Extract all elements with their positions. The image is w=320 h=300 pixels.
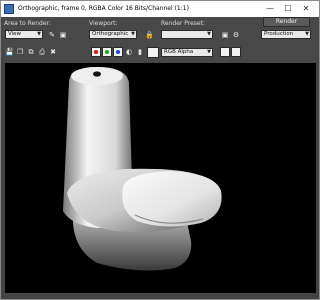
auto-region-icon[interactable]: ▣ bbox=[59, 31, 67, 39]
chevron-down-icon: ▼ bbox=[207, 49, 211, 55]
app-icon bbox=[4, 4, 14, 14]
window-title: Orthographic, frame 0, RGBA Color 16 Bit… bbox=[18, 5, 189, 12]
toggle-ui-overlay-icon[interactable] bbox=[220, 47, 230, 57]
chevron-down-icon: ▼ bbox=[37, 31, 41, 37]
chevron-down-icon: ▼ bbox=[305, 31, 309, 37]
background-color-swatch[interactable] bbox=[147, 47, 159, 58]
production-dropdown[interactable]: Production ▼ bbox=[261, 30, 311, 39]
channel-display-dropdown[interactable]: RGB Alpha ▼ bbox=[161, 48, 213, 57]
copy-image-icon[interactable]: ❐ bbox=[16, 48, 24, 56]
chevron-down-icon: ▼ bbox=[131, 31, 135, 37]
area-to-render-label: Area to Render: bbox=[4, 20, 51, 27]
render-viewport[interactable] bbox=[5, 63, 316, 293]
rendered-toilet-image bbox=[63, 67, 222, 271]
lock-icon[interactable]: 🔒 bbox=[145, 31, 154, 39]
render-toolbar: Area to Render: Viewport: Render Preset:… bbox=[1, 17, 319, 62]
blue-channel-toggle[interactable] bbox=[113, 47, 123, 57]
green-channel-toggle[interactable] bbox=[102, 47, 112, 57]
render-preset-label: Render Preset: bbox=[161, 20, 205, 27]
monochrome-icon[interactable]: ▮ bbox=[136, 48, 144, 56]
close-icon[interactable]: ✕ bbox=[299, 2, 313, 15]
minimize-icon[interactable]: — bbox=[263, 2, 277, 15]
channel-display-value: RGB Alpha bbox=[164, 49, 194, 55]
clone-frame-icon[interactable]: ⧉ bbox=[27, 48, 35, 56]
gear-icon[interactable]: ⚙ bbox=[232, 31, 240, 39]
red-channel-toggle[interactable] bbox=[91, 47, 101, 57]
toggle-ui-icon[interactable] bbox=[231, 47, 241, 57]
clear-icon[interactable]: ✖ bbox=[49, 48, 57, 56]
production-value: Production bbox=[264, 31, 294, 37]
edit-region-icon[interactable]: ✎ bbox=[48, 31, 56, 39]
viewport-label: Viewport: bbox=[89, 20, 118, 27]
print-icon[interactable]: ⎙ bbox=[38, 48, 46, 56]
render-frame-window: Orthographic, frame 0, RGBA Color 16 Bit… bbox=[0, 0, 320, 300]
title-bar: Orthographic, frame 0, RGBA Color 16 Bit… bbox=[1, 1, 319, 17]
viewport-value: Orthographic bbox=[92, 31, 129, 37]
viewport-dropdown[interactable]: Orthographic ▼ bbox=[89, 30, 137, 39]
render-preset-dropdown[interactable]: ▼ bbox=[161, 30, 213, 39]
alpha-channel-icon[interactable]: ◐ bbox=[125, 48, 133, 56]
render-button[interactable]: Render bbox=[263, 17, 310, 27]
chevron-down-icon: ▼ bbox=[207, 31, 211, 37]
save-image-icon[interactable]: 💾 bbox=[5, 48, 14, 56]
area-to-render-dropdown[interactable]: View ▼ bbox=[5, 30, 43, 39]
render-setup-icon[interactable]: ▣ bbox=[221, 31, 229, 39]
maximize-icon[interactable]: ☐ bbox=[281, 2, 295, 15]
area-to-render-value: View bbox=[8, 31, 22, 37]
